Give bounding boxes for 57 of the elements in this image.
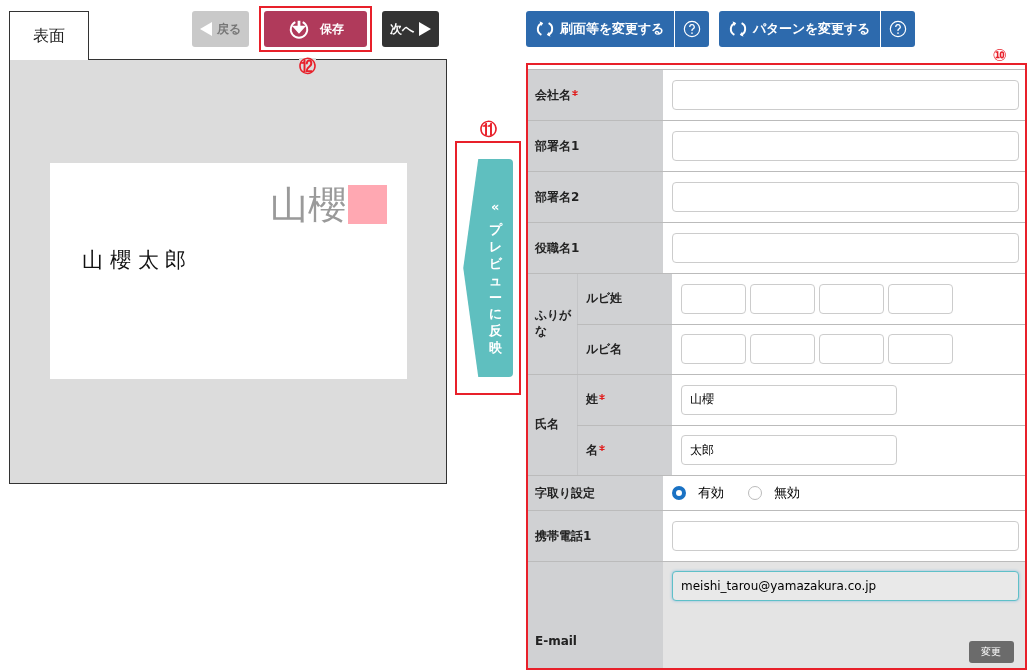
field-label: 部署名2 [534, 188, 580, 206]
field-label: 役職名1 [534, 239, 580, 257]
card-name: 山 櫻 太 郎 [82, 247, 188, 274]
callout-number: ⑫ [299, 58, 316, 75]
right-triangle-icon [419, 22, 431, 36]
tab[interactable]: 表面 [9, 11, 89, 60]
field-label: ふりがな [534, 308, 571, 340]
logo-square [348, 185, 388, 224]
required-icon [571, 89, 578, 96]
input-field[interactable] [887, 334, 953, 365]
download-icon [287, 18, 310, 40]
field-label: E-mail [534, 634, 577, 648]
field-label: ルビ姓 [585, 290, 622, 308]
refresh-icon [728, 20, 747, 38]
input-field[interactable] [671, 233, 1019, 263]
input-field[interactable] [749, 283, 815, 314]
field-label: 携帯電話1 [534, 527, 592, 545]
input-field[interactable]: 山櫻 [680, 384, 897, 415]
input-field[interactable] [671, 521, 1019, 551]
save-button[interactable]: 保存 [264, 11, 367, 47]
radio-button[interactable] [671, 486, 686, 500]
input-field[interactable] [680, 334, 746, 365]
callout-number: ⑪ [479, 121, 497, 138]
required-icon [598, 394, 605, 401]
next-button[interactable]: 次へ [382, 11, 439, 47]
input-field[interactable] [818, 283, 884, 314]
field-label: 字取り設定 [534, 484, 595, 502]
field-label: 会社名 [534, 86, 571, 104]
help-icon [682, 20, 701, 38]
radio-button[interactable] [747, 486, 762, 500]
help-button[interactable] [674, 11, 709, 47]
field-label: 部署名1 [534, 137, 580, 155]
input-field[interactable] [680, 283, 746, 314]
required-icon [598, 444, 605, 451]
input-field[interactable] [749, 334, 815, 365]
logo-text: 山櫻 [270, 186, 347, 224]
input-field[interactable] [887, 283, 953, 314]
radio-label: 有効 [697, 484, 724, 502]
input-field[interactable] [671, 182, 1019, 212]
callout-number: ⑩ [992, 47, 1007, 63]
change-button[interactable]: 刷面等を変更する [525, 11, 674, 47]
radio-label: 無効 [773, 484, 800, 502]
refresh-icon [535, 20, 554, 38]
input-field[interactable] [818, 334, 884, 365]
input-field[interactable]: 太郎 [680, 435, 897, 466]
help-button[interactable] [880, 11, 915, 47]
field-label: ルビ名 [585, 340, 622, 358]
field-label: 姓 [585, 391, 598, 409]
help-icon [888, 20, 907, 38]
field-label: 名 [585, 441, 598, 459]
input-field[interactable]: meishi_tarou@yamazakura.co.jp [671, 571, 1019, 601]
left-triangle-icon [200, 22, 212, 36]
input-field[interactable] [671, 131, 1019, 161]
change-button[interactable]: パターンを変更する [718, 11, 880, 47]
change-button[interactable]: 変更 [968, 641, 1014, 663]
field-label: 氏名 [534, 417, 560, 433]
input-field[interactable] [671, 80, 1019, 110]
